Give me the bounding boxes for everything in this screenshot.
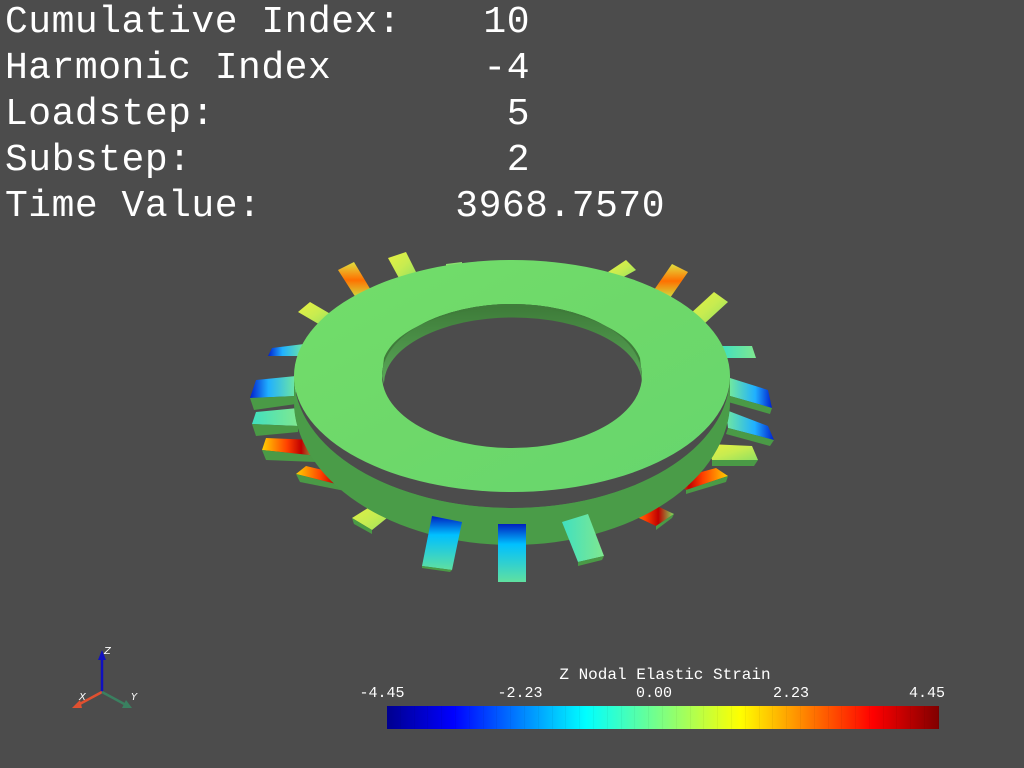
substep-value: 2 (506, 139, 530, 182)
colormap-step (925, 706, 939, 729)
colormap-step (511, 706, 525, 729)
colormap-step (525, 706, 539, 729)
colormap-step (718, 706, 732, 729)
scalar-bar-tick: 0.00 (635, 685, 673, 702)
colormap-step (760, 706, 774, 729)
time-value-row: Time Value: 3968.7570 (5, 184, 665, 230)
loadstep-row: Loadstep: 5 (5, 92, 665, 138)
colormap-step (635, 706, 650, 729)
axis-x-label: X (79, 692, 86, 703)
axis-z-label: Z (104, 646, 111, 657)
colormap-step (842, 706, 857, 729)
blades-front (422, 514, 604, 582)
scalar-bar: Z Nodal Elastic Strain -4.45 -2.23 0.00 … (357, 666, 957, 736)
cumulative-index-value: 10 (483, 1, 530, 44)
colormap-steps (387, 706, 939, 729)
colormap-step (456, 706, 470, 729)
colormap-step (815, 706, 829, 729)
cumulative-index-row: Cumulative Index: 10 (5, 0, 665, 46)
colormap-step (856, 706, 870, 729)
harmonic-index-label: Harmonic Index (5, 47, 332, 90)
colormap-step (732, 706, 746, 729)
colormap-step (829, 706, 843, 729)
colormap-step (580, 706, 594, 729)
time-value-label: Time Value: (5, 185, 262, 228)
cumulative-index-label: Cumulative Index: (5, 1, 402, 44)
colormap-step (897, 706, 912, 729)
colormap-step (415, 706, 429, 729)
axes-orientation-widget: Z X Y (62, 640, 152, 720)
colormap-step (553, 706, 567, 729)
colormap-step (470, 706, 484, 729)
colormap-step (594, 706, 608, 729)
colormap-step (442, 706, 456, 729)
colormap-step (787, 706, 801, 729)
colormap-step (401, 706, 415, 729)
scalar-bar-title: Z Nodal Elastic Strain (559, 666, 771, 684)
colormap-step (497, 706, 512, 729)
colormap-step (911, 706, 926, 729)
axis-y-label: Y (131, 692, 138, 703)
scalar-bar-tick: 2.23 (772, 685, 810, 702)
loadstep-label: Loadstep: (5, 93, 215, 136)
colormap-step (884, 706, 898, 729)
colormap-step (746, 706, 760, 729)
colormap-step (622, 706, 636, 729)
scalar-bar-tick: 4.45 (908, 685, 946, 702)
colormap-step (704, 706, 719, 729)
loadstep-value: 5 (506, 93, 530, 136)
colormap-step (773, 706, 788, 729)
colormap-step (801, 706, 815, 729)
harmonic-index-value: -4 (483, 47, 530, 90)
colormap-step (691, 706, 705, 729)
colormap-step (484, 706, 498, 729)
colormap-step (663, 706, 677, 729)
colormap-step (870, 706, 884, 729)
colormap-step (539, 706, 553, 729)
harmonic-index-row: Harmonic Index -4 (5, 46, 665, 92)
colormap-step (387, 706, 401, 729)
colormap-step (608, 706, 622, 729)
colormap-step (428, 706, 443, 729)
time-value-value: 3968.7570 (455, 185, 665, 228)
render-viewport[interactable]: Cumulative Index: 10 Harmonic Index -4 L… (0, 0, 1024, 768)
substep-label: Substep: (5, 139, 192, 182)
colormap-step (649, 706, 663, 729)
substep-row: Substep: 2 (5, 138, 665, 184)
colormap-step (566, 706, 581, 729)
disk (294, 260, 730, 545)
solution-info: Cumulative Index: 10 Harmonic Index -4 L… (5, 0, 665, 230)
scalar-bar-tick: -2.23 (497, 685, 543, 702)
scalar-bar-tick: -4.45 (359, 685, 405, 702)
colormap-step (677, 706, 691, 729)
